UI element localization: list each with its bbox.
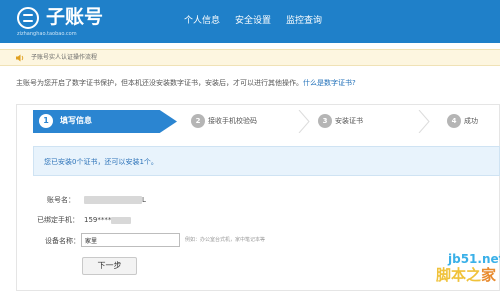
top-header: 子账号 zizhanghao.taobao.com 个人信息 安全设置 监控查询 (0, 0, 500, 43)
what-is-certificate-link[interactable]: 什么是数字证书? (303, 79, 356, 87)
account-blur (84, 196, 142, 204)
account-label: 账号名： (47, 196, 75, 204)
watermark-name: 脚本之家 (436, 266, 496, 284)
intro-text: 主账号为您开启了数字证书保护，但本机还没安装数字证书，安装后，才可以进行其他操作… (16, 78, 356, 88)
step-1-number: 1 (39, 114, 53, 128)
logo-icon (17, 7, 39, 29)
nav-security-settings[interactable]: 安全设置 (235, 15, 271, 27)
watermark-name-suffix: 家 (481, 266, 497, 284)
nav-personal-info[interactable]: 个人信息 (184, 15, 220, 27)
step-4-label: 成功 (464, 117, 478, 125)
step-1-label: 填写信息 (60, 116, 92, 125)
phone-blur (111, 216, 132, 224)
phone-value: 159**** (84, 215, 132, 225)
notice-link[interactable]: 子账号实人认证操作流程 (31, 53, 97, 62)
step-3-number: 3 (318, 114, 332, 128)
step-separator-icon (298, 110, 310, 133)
step-4-number: 4 (447, 114, 461, 128)
certificate-count-text: 您已安装0个证书，还可以安装1个。 (44, 158, 158, 166)
phone-number: 159**** (84, 216, 112, 224)
intro-message: 主账号为您开启了数字证书保护，但本机还没安装数字证书，安装后，才可以进行其他操作… (16, 79, 303, 87)
step-3-label: 安装证书 (335, 117, 363, 125)
step-2-number: 2 (191, 114, 205, 128)
device-label: 设备名称： (45, 237, 80, 245)
notice-bar: 子账号实人认证操作流程 (0, 49, 500, 66)
account-suffix: L (142, 196, 146, 204)
step-2-label: 接收手机校验码 (208, 117, 257, 125)
step-1-fill-info: 1 填写信息 (33, 110, 177, 133)
phone-label: 已绑定手机： (37, 216, 79, 224)
logo-title: 子账号 (46, 6, 104, 28)
logo-subtitle: zizhanghao.taobao.com (17, 31, 77, 37)
account-value: L (84, 195, 146, 205)
device-hint: 例如：办公室台式机，家中笔记本等 (185, 237, 266, 243)
watermark-name-text: 脚本之 (436, 266, 482, 284)
info-box: 您已安装0个证书，还可以安装1个。 (33, 146, 500, 176)
speaker-icon (16, 54, 24, 62)
next-step-button[interactable]: 下一步 (82, 257, 137, 275)
device-name-input[interactable] (81, 233, 180, 247)
step-separator-icon (418, 110, 430, 133)
watermark-site: jb51.net (448, 252, 500, 266)
logo[interactable]: 子账号 zizhanghao.taobao.com (17, 5, 103, 39)
nav-monitor-query[interactable]: 监控查询 (286, 15, 322, 27)
